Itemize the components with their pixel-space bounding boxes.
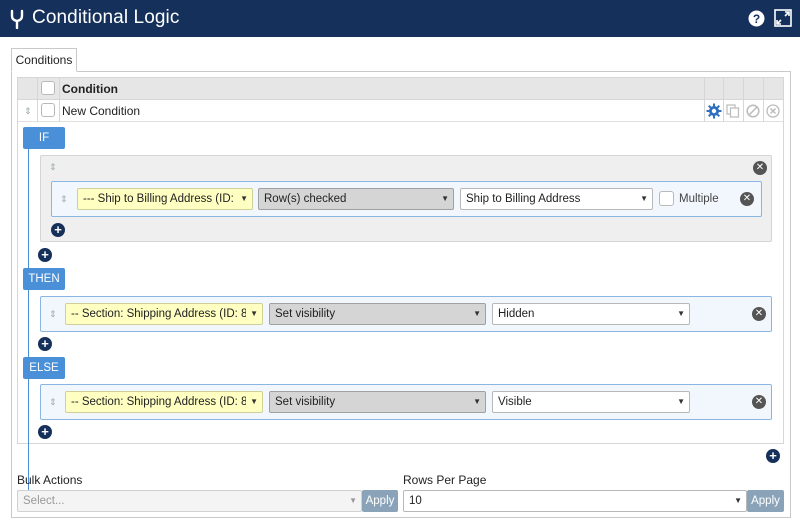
chevron-down-icon: ▼ xyxy=(473,309,481,318)
chevron-down-icon: ▼ xyxy=(677,309,685,318)
else-label: ELSE xyxy=(23,357,65,379)
remove-action-icon[interactable]: ✕ xyxy=(752,307,766,321)
tab-conditions[interactable]: Conditions xyxy=(11,48,77,72)
column-divider xyxy=(743,100,744,122)
disable-icon[interactable] xyxy=(746,104,760,118)
condition-name[interactable]: New Condition xyxy=(62,104,140,118)
rows-apply-button[interactable]: Apply xyxy=(747,490,784,512)
bulk-apply-button[interactable]: Apply xyxy=(362,490,398,512)
column-divider xyxy=(723,100,724,122)
column-divider xyxy=(763,100,764,122)
chevron-down-icon: ▼ xyxy=(250,397,258,406)
column-divider xyxy=(704,100,705,122)
chevron-down-icon: ▼ xyxy=(473,397,481,406)
add-rule-plus-icon[interactable]: + xyxy=(51,223,65,237)
else-value-value: Visible xyxy=(498,396,532,408)
then-label: THEN xyxy=(23,268,65,290)
title-bar: Conditional Logic ? xyxy=(0,0,800,37)
column-divider xyxy=(59,78,60,100)
if-operator-value: Row(s) checked xyxy=(264,193,347,205)
bulk-actions-select[interactable]: Select... ▼ xyxy=(17,490,362,512)
if-conditions-group: ⇕ ✕ ⇕ --- Ship to Billing Address (ID: 4… xyxy=(40,155,772,242)
add-condition-plus-icon[interactable]: + xyxy=(766,449,780,463)
column-divider xyxy=(723,78,724,100)
chevron-down-icon: ▼ xyxy=(677,397,685,406)
chevron-down-icon: ▼ xyxy=(441,194,449,203)
fullscreen-icon[interactable] xyxy=(774,9,792,27)
then-action-select[interactable]: Set visibility ▼ xyxy=(269,303,486,325)
if-operator-select[interactable]: Row(s) checked ▼ xyxy=(258,188,454,210)
copy-icon[interactable] xyxy=(726,104,740,118)
chevron-down-icon: ▼ xyxy=(240,194,248,203)
drag-handle-icon[interactable]: ⇕ xyxy=(49,162,57,172)
remove-rule-icon[interactable]: ✕ xyxy=(740,192,754,206)
drag-handle-icon[interactable]: ⇕ xyxy=(49,309,57,319)
add-else-action-plus-icon[interactable]: + xyxy=(38,425,52,439)
else-value-select[interactable]: Visible ▼ xyxy=(492,391,690,413)
column-divider xyxy=(37,78,38,100)
window-title: Conditional Logic xyxy=(32,7,180,28)
if-label: IF xyxy=(23,127,65,149)
then-field-select[interactable]: -- Section: Shipping Address (ID: 84 ▼ xyxy=(65,303,263,325)
if-rule-row: ⇕ --- Ship to Billing Address (ID: 4 ▼ R… xyxy=(51,181,762,217)
then-action-value: Set visibility xyxy=(275,308,336,320)
chevron-down-icon: ▼ xyxy=(349,496,357,505)
else-action-select[interactable]: Set visibility ▼ xyxy=(269,391,486,413)
column-divider xyxy=(763,78,764,100)
row-checkbox[interactable] xyxy=(41,103,55,117)
multiple-checkbox[interactable] xyxy=(659,191,674,206)
drag-handle-icon[interactable]: ⇕ xyxy=(24,106,32,116)
then-value-select[interactable]: Hidden ▼ xyxy=(492,303,690,325)
else-field-value: -- Section: Shipping Address (ID: 84 xyxy=(71,396,246,408)
remove-group-icon[interactable]: ✕ xyxy=(753,161,767,175)
chevron-down-icon: ▼ xyxy=(640,194,648,203)
condition-column-header[interactable]: Condition xyxy=(62,82,118,96)
if-value-value: Ship to Billing Address xyxy=(466,193,581,205)
delete-icon[interactable] xyxy=(766,104,780,118)
multiple-label: Multiple xyxy=(679,193,719,205)
bulk-actions-placeholder: Select... xyxy=(23,495,65,507)
select-all-checkbox[interactable] xyxy=(41,81,55,95)
chevron-down-icon: ▼ xyxy=(734,496,742,505)
rows-per-page-value: 10 xyxy=(409,495,422,507)
then-value-value: Hidden xyxy=(498,308,535,320)
else-action-value: Set visibility xyxy=(275,396,336,408)
bulk-actions-label: Bulk Actions xyxy=(17,473,83,487)
then-field-value: -- Section: Shipping Address (ID: 84 xyxy=(71,308,246,320)
table-row[interactable]: ⇕ New Condition xyxy=(18,100,783,122)
branch-logo-icon xyxy=(10,9,24,29)
drag-handle-icon[interactable]: ⇕ xyxy=(49,397,57,407)
if-field-select[interactable]: --- Ship to Billing Address (ID: 4 ▼ xyxy=(77,188,253,210)
else-action-row: ⇕ -- Section: Shipping Address (ID: 84 ▼… xyxy=(40,384,772,420)
drag-handle-icon[interactable]: ⇕ xyxy=(60,194,68,204)
column-divider xyxy=(704,78,705,100)
if-field-value: --- Ship to Billing Address (ID: 4 xyxy=(83,193,236,205)
column-divider xyxy=(743,78,744,100)
column-divider xyxy=(37,100,38,122)
add-group-plus-icon[interactable]: + xyxy=(38,248,52,262)
column-divider xyxy=(59,100,60,122)
help-icon[interactable]: ? xyxy=(748,10,765,27)
svg-text:?: ? xyxy=(753,12,760,26)
if-value-select[interactable]: Ship to Billing Address ▼ xyxy=(460,188,653,210)
chevron-down-icon: ▼ xyxy=(250,309,258,318)
grid-header: Condition xyxy=(18,78,783,100)
rows-per-page-label: Rows Per Page xyxy=(403,473,487,487)
rows-per-page-select[interactable]: 10 ▼ xyxy=(403,490,747,512)
add-then-action-plus-icon[interactable]: + xyxy=(38,337,52,351)
remove-action-icon[interactable]: ✕ xyxy=(752,395,766,409)
then-action-row: ⇕ -- Section: Shipping Address (ID: 84 ▼… xyxy=(40,296,772,332)
logic-connector-line xyxy=(28,148,29,490)
else-field-select[interactable]: -- Section: Shipping Address (ID: 84 ▼ xyxy=(65,391,263,413)
settings-gear-icon[interactable] xyxy=(706,103,722,119)
